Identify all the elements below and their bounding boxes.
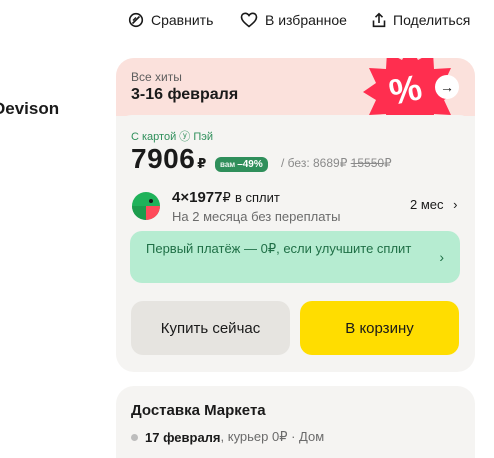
split-currency: ₽ bbox=[222, 190, 231, 205]
price-currency: ₽ bbox=[197, 156, 207, 171]
favorite-label: В избранное bbox=[265, 12, 347, 28]
delivery-option[interactable]: 17 февраля , курьер 0₽ · Дом bbox=[131, 429, 324, 445]
promo-banner[interactable]: Все хиты 3-16 февраля % → bbox=[116, 58, 475, 134]
compare-icon bbox=[128, 12, 144, 28]
promo-arrow-icon[interactable]: → bbox=[435, 75, 459, 99]
share-label: Поделиться bbox=[393, 12, 471, 28]
discount-value: –49% bbox=[237, 159, 263, 170]
delivery-details: , курьер 0₽ · Дом bbox=[220, 429, 325, 444]
share-button[interactable]: Поделиться bbox=[372, 12, 470, 28]
delivery-date: 17 февраля bbox=[145, 429, 221, 445]
split-amount-value: 4×1977 bbox=[172, 189, 223, 206]
chevron-right-icon: › bbox=[439, 249, 444, 265]
price-without-card: / без: 8689₽ 15550₽ bbox=[281, 156, 392, 170]
chevron-right-icon: › bbox=[453, 197, 458, 212]
share-icon bbox=[372, 12, 386, 28]
compare-button[interactable]: Сравнить bbox=[128, 12, 213, 28]
split-subtitle: На 2 месяца без переплаты bbox=[172, 209, 341, 224]
buy-now-button[interactable]: Купить сейчас bbox=[131, 301, 290, 355]
without-currency: ₽ bbox=[339, 156, 348, 170]
discount-prefix: вам bbox=[220, 160, 236, 169]
delivery-card: Доставка Маркета 17 февраля , курьер 0₽ … bbox=[116, 386, 475, 458]
heart-icon bbox=[240, 12, 258, 28]
purchase-block: С картой ⓨ Пэй 7906 ₽ вам –49% / без: 8689… bbox=[116, 115, 475, 371]
split-months: 2 мес bbox=[410, 197, 444, 212]
price-value: 7906 bbox=[131, 143, 196, 174]
add-to-cart-button[interactable]: В корзину bbox=[300, 301, 459, 355]
first-payment-text: Первый платёж — 0₽, если улучшите сплит bbox=[146, 241, 412, 256]
split-amount: 4×1977₽ в сплит bbox=[172, 189, 280, 206]
brand-name[interactable]: Devison bbox=[0, 99, 59, 119]
promo-subtitle: Все хиты bbox=[131, 70, 182, 84]
price: 7906 ₽ bbox=[131, 143, 207, 175]
price-card: Все хиты 3-16 февраля % → С картой ⓨ Пэй… bbox=[116, 58, 475, 372]
split-suffix: в сплит bbox=[234, 190, 280, 205]
favorite-button[interactable]: В избранное bbox=[240, 12, 347, 28]
without-price: / без: 8689 bbox=[281, 156, 340, 170]
old-currency: ₽ bbox=[384, 156, 392, 170]
split-months-selector[interactable]: 2 мес › bbox=[410, 197, 457, 212]
compare-label: Сравнить bbox=[151, 12, 214, 28]
promo-title: 3-16 февраля bbox=[131, 86, 239, 103]
old-price: 15550 bbox=[350, 156, 385, 170]
delivery-title: Доставка Маркета bbox=[131, 402, 266, 419]
status-dot-icon bbox=[131, 433, 138, 441]
first-payment-banner[interactable]: Первый платёж — 0₽, если улучшите сплит … bbox=[130, 231, 460, 283]
pay-card-label: С картой ⓨ Пэй bbox=[131, 131, 214, 143]
split-pie-icon bbox=[132, 192, 160, 220]
discount-badge: вам –49% bbox=[215, 157, 268, 172]
